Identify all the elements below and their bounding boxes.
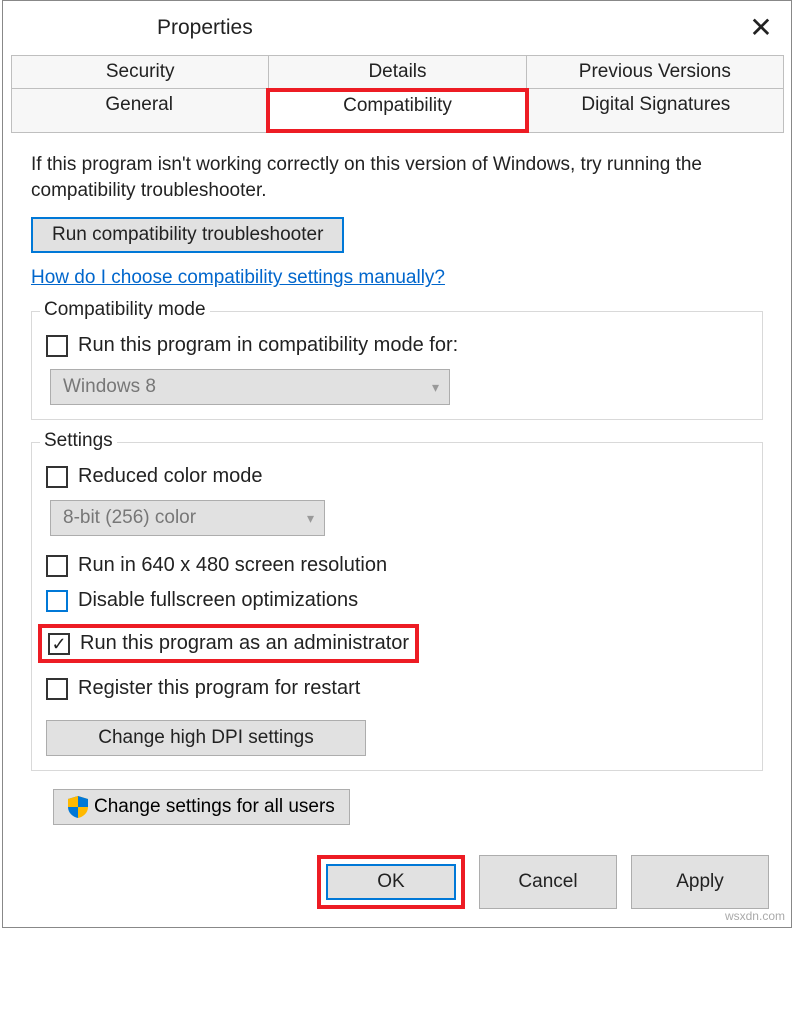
compat-mode-select[interactable]: Windows 8 ▾ — [50, 369, 450, 405]
disable-fullscreen-checkbox[interactable] — [46, 590, 68, 612]
change-all-users-button[interactable]: Change settings for all users — [53, 789, 350, 825]
close-icon: ✕ — [749, 11, 772, 44]
intro-text: If this program isn't working correctly … — [31, 152, 763, 203]
register-restart-checkbox[interactable] — [46, 678, 68, 700]
color-mode-select[interactable]: 8-bit (256) color ▾ — [50, 500, 325, 536]
tab-content: If this program isn't working correctly … — [3, 132, 791, 841]
compat-mode-title: Compatibility mode — [40, 299, 210, 321]
disable-fullscreen-label: Disable fullscreen optimizations — [78, 589, 358, 612]
run-troubleshooter-button[interactable]: Run compatibility troubleshooter — [31, 217, 344, 253]
change-dpi-button[interactable]: Change high DPI settings — [46, 720, 366, 756]
reduced-color-checkbox[interactable] — [46, 466, 68, 488]
window-title: Properties — [157, 16, 253, 40]
run-as-admin-highlight: Run this program as an administrator — [38, 624, 419, 663]
run-640x480-checkbox[interactable] — [46, 555, 68, 577]
compat-mode-checkbox[interactable] — [46, 335, 68, 357]
close-button[interactable]: ✕ — [739, 5, 783, 49]
register-restart-label: Register this program for restart — [78, 677, 360, 700]
cancel-button[interactable]: Cancel — [479, 855, 617, 909]
compat-mode-value: Windows 8 — [63, 376, 156, 398]
tab-security[interactable]: Security — [11, 55, 269, 89]
reduced-color-label: Reduced color mode — [78, 465, 263, 488]
run-as-admin-checkbox[interactable] — [48, 633, 70, 655]
compatibility-mode-group: Compatibility mode Run this program in c… — [31, 311, 763, 420]
tab-digital-signatures[interactable]: Digital Signatures — [528, 88, 784, 133]
properties-dialog: Properties ✕ Security Details Previous V… — [2, 0, 792, 928]
manual-settings-link[interactable]: How do I choose compatibility settings m… — [31, 267, 445, 289]
run-as-admin-label: Run this program as an administrator — [80, 632, 409, 655]
settings-title: Settings — [40, 430, 117, 452]
shield-icon — [68, 796, 88, 818]
watermark: wsxdn.com — [725, 909, 785, 923]
ok-button[interactable]: OK — [326, 864, 456, 900]
run-640x480-label: Run in 640 x 480 screen resolution — [78, 554, 387, 577]
tab-compatibility[interactable]: Compatibility — [266, 88, 528, 133]
chevron-down-icon: ▾ — [432, 379, 439, 396]
apply-button[interactable]: Apply — [631, 855, 769, 909]
change-all-users-label: Change settings for all users — [94, 796, 335, 818]
compat-mode-label: Run this program in compatibility mode f… — [78, 334, 458, 357]
settings-group: Settings Reduced color mode 8-bit (256) … — [31, 442, 763, 771]
dialog-footer: OK Cancel Apply — [3, 841, 791, 927]
tab-general[interactable]: General — [11, 88, 267, 133]
chevron-down-icon: ▾ — [307, 510, 314, 527]
ok-highlight: OK — [317, 855, 465, 909]
color-mode-value: 8-bit (256) color — [63, 507, 196, 529]
tab-previous-versions[interactable]: Previous Versions — [526, 55, 784, 89]
titlebar: Properties ✕ — [3, 1, 791, 55]
tab-details[interactable]: Details — [268, 55, 526, 89]
tab-strip: Security Details Previous Versions Gener… — [3, 55, 791, 132]
